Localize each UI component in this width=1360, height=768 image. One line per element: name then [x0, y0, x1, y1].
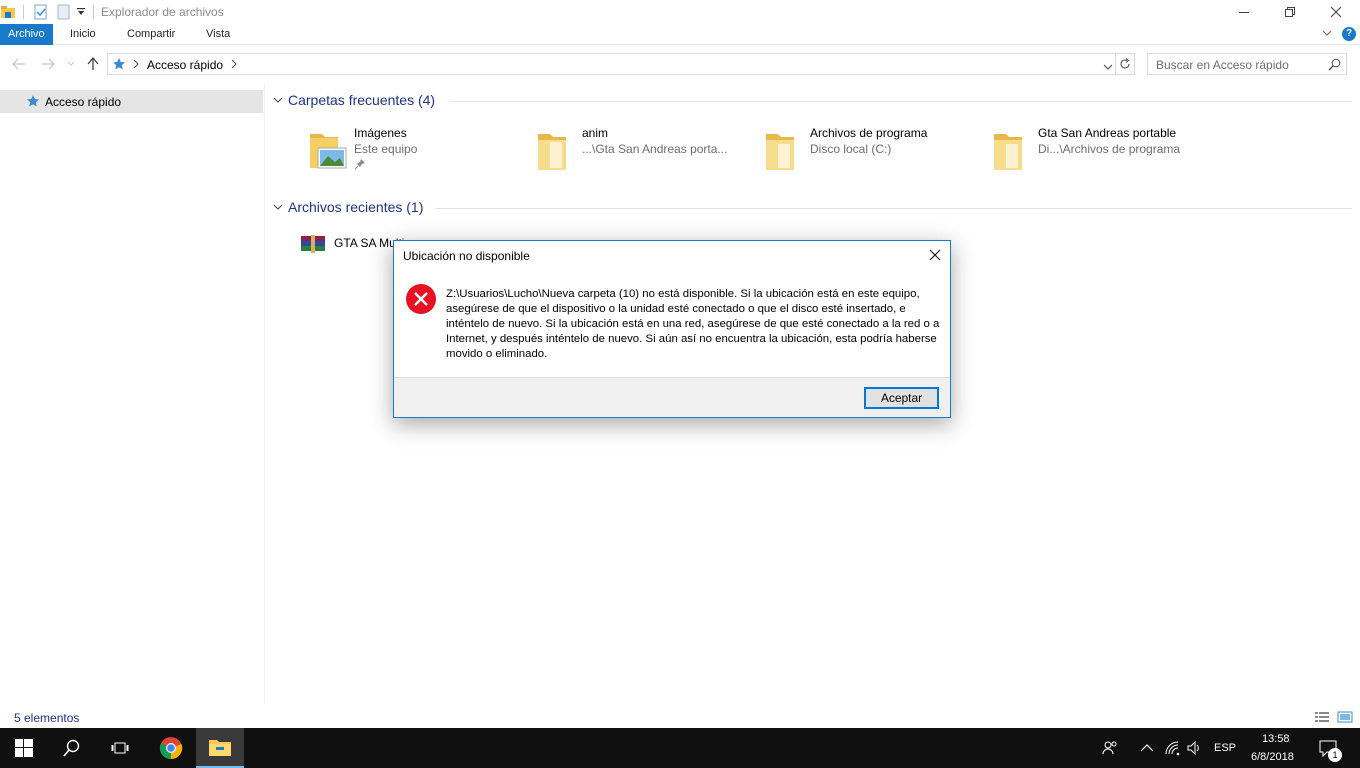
taskbar: ESP 13:58 6/8/2018 1 [0, 728, 1360, 768]
notification-badge: 1 [1328, 748, 1342, 762]
dialog-footer: Aceptar [394, 377, 950, 417]
folder-item[interactable]: Archivos de programa Disco local (C:) [764, 126, 984, 176]
breadcrumb-chevron-icon[interactable] [230, 58, 238, 72]
winrar-archive-icon [300, 234, 326, 257]
error-icon [405, 283, 437, 318]
help-button[interactable]: ? [1342, 27, 1356, 41]
frequent-folders-header[interactable]: Carpetas frecuentes (4) [272, 92, 1352, 110]
dialog-close-button[interactable] [922, 245, 948, 265]
star-icon [26, 94, 40, 111]
navigation-bar: Acceso rápido Buscar en Acceso rápido [0, 45, 1360, 83]
tab-inicio[interactable]: Inicio [62, 24, 104, 45]
file-explorer-taskbar-button[interactable] [196, 728, 244, 768]
volume-icon[interactable] [1186, 740, 1202, 759]
breadcrumb[interactable]: Acceso rápido [147, 58, 223, 72]
folder-location: Di...\Archivos de programa [1038, 142, 1181, 156]
search-input[interactable]: Buscar en Acceso rápido [1156, 58, 1289, 72]
dialog-title: Ubicación no disponible [403, 249, 530, 263]
large-icons-view-icon[interactable] [1337, 711, 1353, 726]
tab-archivo[interactable]: Archivo [0, 24, 53, 45]
pictures-folder-icon [308, 128, 348, 175]
refresh-button[interactable] [1116, 53, 1135, 75]
recent-locations-icon[interactable] [62, 55, 80, 73]
properties-icon[interactable] [33, 4, 49, 23]
folder-icon [536, 128, 576, 175]
back-arrow-icon[interactable] [10, 55, 28, 73]
up-arrow-icon[interactable] [84, 55, 102, 73]
navigation-pane: Acceso rápido [0, 83, 265, 703]
error-dialog: Ubicación no disponible Z:\Usuarios\Luch… [393, 240, 951, 418]
folder-name: anim [582, 126, 609, 140]
folder-name: Gta San Andreas portable [1038, 126, 1177, 140]
expand-ribbon-icon[interactable] [1321, 27, 1333, 42]
clock-date[interactable]: 6/8/2018 [1251, 751, 1294, 763]
clock-time[interactable]: 13:58 [1262, 733, 1290, 745]
folder-location: Este equipo [354, 142, 418, 156]
address-bar[interactable]: Acceso rápido [107, 53, 1116, 75]
pin-icon [354, 158, 366, 173]
folder-icon [992, 128, 1032, 175]
section-title: Archivos recientes (1) [288, 199, 424, 215]
file-explorer-icon[interactable] [0, 4, 16, 23]
folder-item[interactable]: anim ...\Gta San Andreas porta... [536, 126, 756, 176]
dialog-message: Z:\Usuarios\Lucho\Nueva carpeta (10) no … [446, 288, 940, 360]
folder-item[interactable]: Imágenes Este equipo [308, 126, 528, 176]
wifi-icon[interactable] [1164, 740, 1180, 759]
folder-item[interactable]: Gta San Andreas portable Di...\Archivos … [992, 126, 1212, 176]
folder-icon [764, 128, 804, 175]
search-icon[interactable] [48, 728, 96, 768]
new-folder-icon[interactable] [56, 4, 72, 23]
sidebar-item-acceso-rapido[interactable]: Acceso rápido [0, 90, 263, 113]
address-dropdown-icon[interactable] [1103, 60, 1113, 74]
forward-arrow-icon[interactable] [39, 55, 57, 73]
tab-compartir[interactable]: Compartir [119, 24, 183, 45]
breadcrumb-chevron-icon[interactable] [132, 58, 140, 72]
section-title: Carpetas frecuentes (4) [288, 92, 436, 108]
customize-toolbar-icon[interactable] [76, 6, 86, 21]
item-count: 5 elementos [14, 711, 80, 725]
show-hidden-icons-icon[interactable] [1140, 742, 1154, 756]
start-button[interactable] [0, 728, 48, 768]
language-indicator[interactable]: ESP [1214, 742, 1236, 754]
ribbon-tabs: Archivo Inicio Compartir Vista ? [0, 24, 1360, 45]
ok-button[interactable]: Aceptar [864, 387, 939, 409]
folder-location: Disco local (C:) [810, 142, 892, 156]
folder-location: ...\Gta San Andreas porta... [582, 142, 728, 156]
minimize-button[interactable] [1221, 0, 1267, 24]
chevron-down-icon[interactable] [272, 201, 284, 216]
search-icon[interactable] [1328, 58, 1341, 74]
star-icon [112, 57, 126, 74]
task-view-icon[interactable] [96, 728, 144, 768]
chrome-icon[interactable] [147, 728, 195, 768]
recent-files-header[interactable]: Archivos recientes (1) [272, 199, 1352, 217]
details-view-icon[interactable] [1314, 711, 1330, 726]
window-title: Explorador de archivos [101, 5, 224, 19]
folder-name: Archivos de programa [810, 126, 928, 140]
status-bar: 5 elementos [0, 703, 1360, 728]
tab-vista[interactable]: Vista [198, 24, 238, 45]
close-button[interactable] [1313, 0, 1359, 24]
restore-button[interactable] [1267, 0, 1313, 24]
folder-name: Imágenes [354, 126, 407, 140]
people-icon[interactable] [1102, 740, 1118, 759]
chevron-down-icon[interactable] [272, 94, 284, 109]
title-bar: Explorador de archivos [0, 0, 1360, 24]
sidebar-item-label: Acceso rápido [45, 95, 122, 109]
search-box[interactable]: Buscar en Acceso rápido [1147, 53, 1347, 75]
